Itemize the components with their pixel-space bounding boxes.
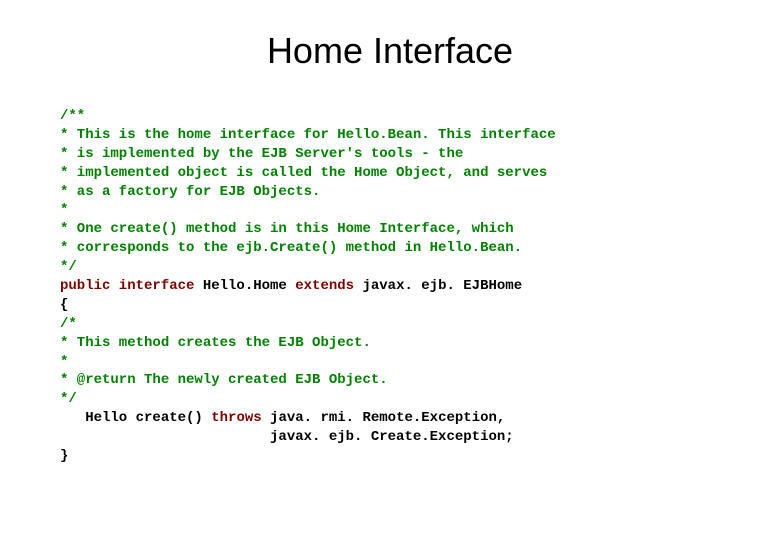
code-text: } [60, 448, 68, 464]
code-text: javax. ejb. EJBHome [354, 278, 522, 294]
comment-line: * One create() method is in this Home In… [60, 221, 514, 237]
comment-line: * [60, 354, 68, 370]
comment-line: * implemented object is called the Home … [60, 165, 547, 181]
keyword: extends [295, 278, 354, 294]
page-title: Home Interface [60, 30, 720, 72]
comment-line: * @return The newly created EJB Object. [60, 372, 388, 388]
comment-line: */ [60, 391, 77, 407]
comment-line: * is implemented by the EJB Server's too… [60, 146, 463, 162]
comment-line: */ [60, 259, 77, 275]
code-text: java. rmi. Remote.Exception, [262, 410, 506, 426]
code-text: Hello create() [60, 410, 211, 426]
comment-line: * [60, 202, 68, 218]
comment-line: * corresponds to the ejb.Create() method… [60, 240, 522, 256]
comment-line: * This method creates the EJB Object. [60, 335, 371, 351]
comment-line: * This is the home interface for Hello.B… [60, 127, 556, 143]
comment-line: /* [60, 316, 77, 332]
code-text: Hello.Home [194, 278, 295, 294]
code-text: { [60, 297, 68, 313]
code-block: /** * This is the home interface for Hel… [60, 107, 720, 466]
code-text: javax. ejb. Create.Exception; [60, 429, 514, 445]
keyword: throws [211, 410, 261, 426]
comment-line: * as a factory for EJB Objects. [60, 184, 320, 200]
keyword: public interface [60, 278, 194, 294]
comment-line: /** [60, 108, 85, 124]
